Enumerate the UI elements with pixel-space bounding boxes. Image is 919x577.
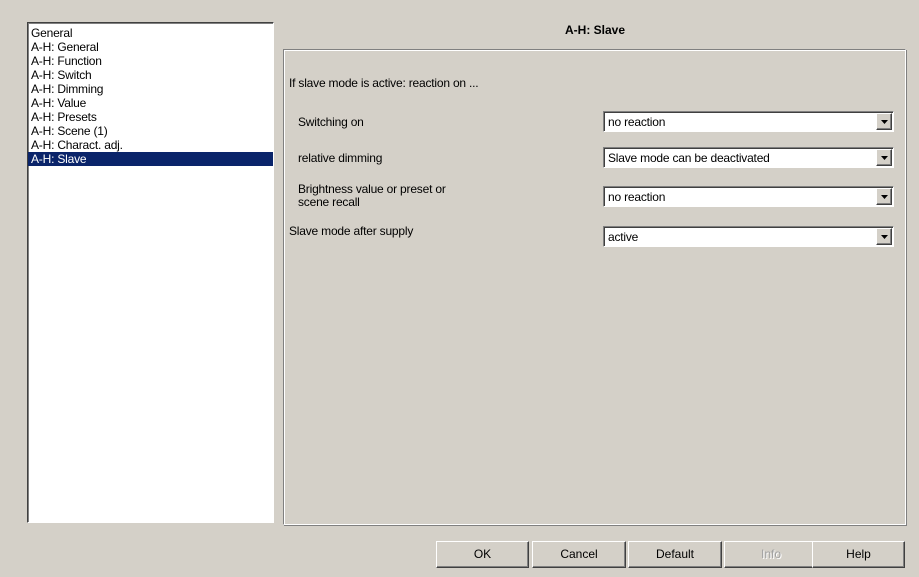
help-button[interactable]: Help: [812, 541, 905, 568]
nav-item-ah-charact-adj[interactable]: A-H: Charact. adj.: [28, 138, 273, 152]
relative-dimming-label: relative dimming: [298, 151, 383, 165]
slave-mode-after-supply-select[interactable]: active: [603, 226, 894, 247]
nav-item-ah-scene[interactable]: A-H: Scene (1): [28, 124, 273, 138]
nav-item-ah-slave[interactable]: A-H: Slave: [28, 152, 273, 166]
default-button[interactable]: Default: [628, 541, 722, 568]
brightness-recall-select[interactable]: no reaction: [603, 186, 894, 207]
info-button: Info: [724, 541, 818, 568]
brightness-recall-label: Brightness value or preset or scene reca…: [298, 183, 446, 209]
switching-on-select[interactable]: no reaction: [603, 111, 894, 132]
switching-on-label: Switching on: [298, 115, 364, 129]
nav-item-ah-function[interactable]: A-H: Function: [28, 54, 273, 68]
brightness-recall-value: no reaction: [608, 190, 666, 204]
nav-item-ah-presets[interactable]: A-H: Presets: [28, 110, 273, 124]
parameter-dialog: General A-H: General A-H: Function A-H: …: [0, 0, 919, 577]
brightness-recall-label-line2: scene recall: [298, 195, 360, 209]
slave-mode-after-supply-label: Slave mode after supply: [289, 224, 414, 238]
section-heading: If slave mode is active: reaction on ...: [289, 76, 479, 90]
nav-item-ah-dimming[interactable]: A-H: Dimming: [28, 82, 273, 96]
slave-mode-after-supply-value: active: [608, 230, 639, 244]
chevron-down-icon[interactable]: [876, 113, 892, 130]
cancel-button[interactable]: Cancel: [532, 541, 626, 568]
nav-item-ah-general[interactable]: A-H: General: [28, 40, 273, 54]
parameter-page-list[interactable]: General A-H: General A-H: Function A-H: …: [27, 22, 274, 523]
nav-item-ah-switch[interactable]: A-H: Switch: [28, 68, 273, 82]
chevron-down-icon[interactable]: [876, 149, 892, 166]
page-title: A-H: Slave: [564, 23, 626, 37]
relative-dimming-value: Slave mode can be deactivated: [608, 151, 770, 165]
ok-button[interactable]: OK: [436, 541, 529, 568]
nav-item-general[interactable]: General: [28, 26, 273, 40]
nav-item-ah-value[interactable]: A-H: Value: [28, 96, 273, 110]
chevron-down-icon[interactable]: [876, 228, 892, 245]
relative-dimming-select[interactable]: Slave mode can be deactivated: [603, 147, 894, 168]
switching-on-value: no reaction: [608, 115, 666, 129]
chevron-down-icon[interactable]: [876, 188, 892, 205]
